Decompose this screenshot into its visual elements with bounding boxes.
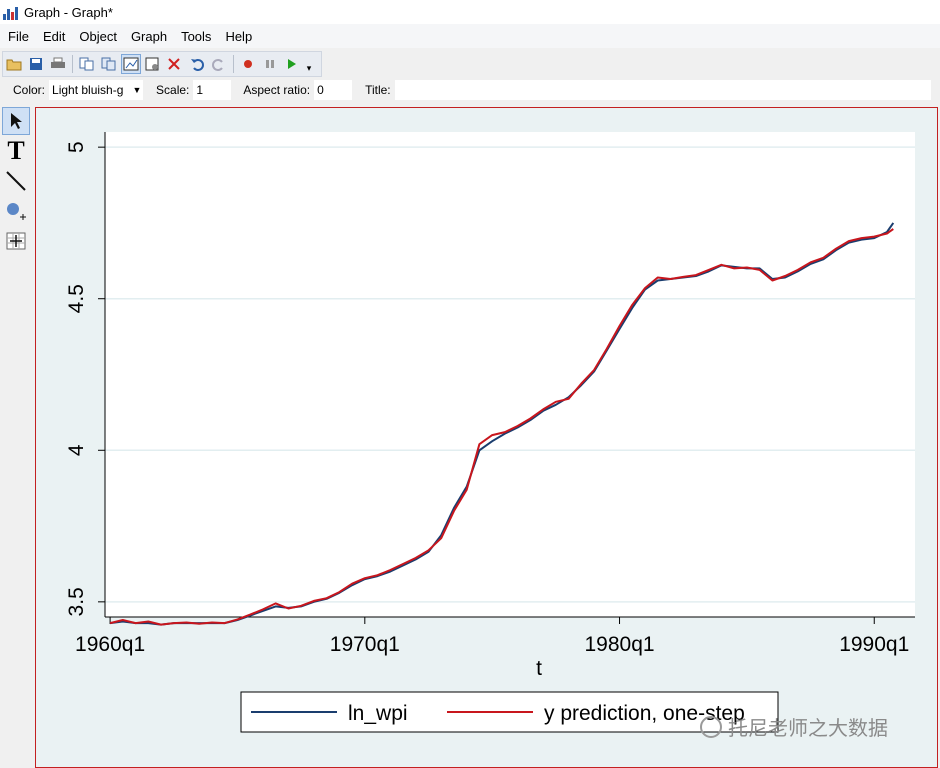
copy-table-icon[interactable] xyxy=(99,54,119,74)
menu-help[interactable]: Help xyxy=(219,29,258,44)
redo-icon[interactable] xyxy=(209,54,229,74)
graph-canvas[interactable]: 3.5 4 4.5 5 1960q1 1970q1 1980q1 1990q1 t ln_wpi y… xyxy=(35,107,938,768)
menu-graph[interactable]: Graph xyxy=(125,29,173,44)
wechat-icon xyxy=(700,715,722,738)
pointer-icon[interactable] xyxy=(2,107,30,135)
menu-tools[interactable]: Tools xyxy=(175,29,217,44)
line-chart: 3.544.551960q1 1970q1 1980q1 1990q1tln_wpi y… xyxy=(65,132,915,733)
toolbar-separator xyxy=(233,55,234,73)
stata-graph-app-icon xyxy=(3,4,19,20)
watermark-text: 托尼老师之大数据 xyxy=(728,718,888,740)
graph-editor-icon[interactable] xyxy=(121,54,141,74)
x-tick-label: 1970q1 xyxy=(330,633,400,656)
marker-tool-icon[interactable] xyxy=(2,197,30,225)
text-tool-icon[interactable]: T xyxy=(2,136,30,165)
chevron-down-icon: ▼ xyxy=(132,85,142,95)
x-tick-label: 1980q1 xyxy=(584,633,654,656)
object-toolbar: T xyxy=(0,105,33,768)
x-tick-label: 1960q1 xyxy=(75,633,145,656)
undo-icon[interactable] xyxy=(187,54,207,74)
aspect-ratio-label: Aspect ratio: xyxy=(243,83,311,97)
title-label: Title: xyxy=(365,83,391,97)
y-tick-label: 3.5 xyxy=(65,587,88,616)
play-icon[interactable] xyxy=(282,54,302,74)
record-icon[interactable] xyxy=(238,54,258,74)
color-label: Color: xyxy=(13,83,46,97)
pause-icon[interactable] xyxy=(260,54,280,74)
properties-bar: Color: Light bluish-g ▼ Scale: 1 Aspect … xyxy=(0,78,940,102)
print-icon[interactable] xyxy=(48,54,68,74)
menu-edit[interactable]: Edit xyxy=(37,29,71,44)
y-tick-label: 4 xyxy=(65,444,88,456)
y-tick-label: 5 xyxy=(65,141,88,153)
aspect-ratio-input[interactable]: 0 xyxy=(314,80,353,100)
scale-input[interactable]: 1 xyxy=(193,80,232,100)
y-tick-label: 4.5 xyxy=(65,284,88,313)
open-icon[interactable] xyxy=(4,54,24,74)
menu-object[interactable]: Object xyxy=(73,29,123,44)
toolbar-separator xyxy=(72,55,73,73)
save-icon[interactable] xyxy=(26,54,46,74)
scale-label: Scale: xyxy=(156,83,190,97)
window-title: Graph - Graph* xyxy=(24,4,113,20)
copy-icon[interactable] xyxy=(77,54,97,74)
title-bar: Graph - Graph* xyxy=(0,0,940,24)
toolbar: ▾ xyxy=(2,51,322,77)
x-axis-title: t xyxy=(536,657,542,680)
watermark: 托尼老师之大数据 xyxy=(700,712,888,741)
color-value: Light bluish-g xyxy=(49,80,132,100)
more-icon[interactable]: ▾ xyxy=(304,54,314,74)
graph-recorder-icon[interactable] xyxy=(143,54,163,74)
legend-label: ln_wpi xyxy=(348,702,408,725)
title-input[interactable] xyxy=(394,80,931,100)
plot-region xyxy=(105,132,915,617)
delete-icon[interactable] xyxy=(165,54,185,74)
grid-edit-icon[interactable] xyxy=(2,227,30,255)
line-tool-icon[interactable] xyxy=(2,167,30,195)
x-tick-label: 1990q1 xyxy=(839,633,909,656)
color-select[interactable]: Light bluish-g ▼ xyxy=(49,80,144,100)
menu-file[interactable]: File xyxy=(2,29,35,44)
menu-bar: File Edit Object Graph Tools Help xyxy=(0,24,940,48)
